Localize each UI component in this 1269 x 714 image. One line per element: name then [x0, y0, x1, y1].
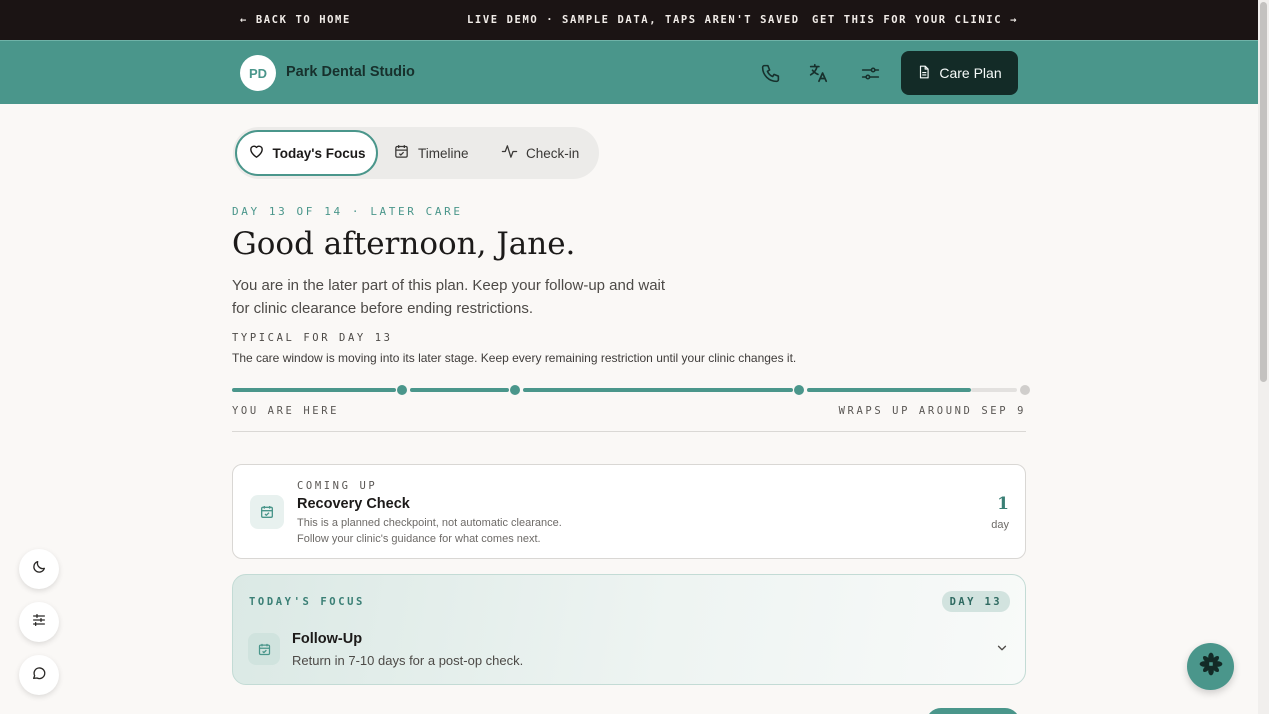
next-row-button[interactable] — [926, 708, 1020, 714]
coming-up-desc-line: Follow your clinic's guidance for what c… — [297, 532, 541, 545]
tab-label: Check-in — [526, 145, 580, 161]
focus-description: Return in 7-10 days for a post-op check. — [292, 653, 524, 668]
document-icon — [917, 64, 931, 83]
coming-up-title: Recovery Check — [297, 496, 410, 512]
progress-remaining — [971, 388, 1017, 392]
coming-up-card[interactable]: COMING UP Recovery Check This is a plann… — [232, 464, 1026, 559]
sliders-icon — [31, 612, 47, 633]
coming-up-label: COMING UP — [297, 480, 378, 492]
progress-milestone — [510, 385, 520, 395]
day-eyebrow: DAY 13 OF 14 · LATER CARE — [232, 205, 463, 218]
calendar-icon — [393, 143, 410, 163]
settings-sliders-icon[interactable] — [858, 61, 882, 85]
todays-focus-card[interactable]: TODAY'S FOCUS DAY 13 Follow-Up Return in… — [232, 574, 1026, 685]
progress-segment — [523, 388, 793, 392]
tab-label: Today's Focus — [272, 145, 366, 161]
calendar-check-icon — [250, 495, 284, 529]
phone-icon[interactable] — [758, 61, 782, 85]
intro-text: You are in the later part of this plan. … — [232, 277, 666, 317]
focus-title: Follow-Up — [292, 631, 363, 647]
progress-milestone — [397, 385, 407, 395]
coming-up-desc-line: This is a planned checkpoint, not automa… — [297, 517, 562, 529]
assistant-fab[interactable] — [1187, 643, 1234, 690]
activity-icon — [501, 143, 518, 163]
get-for-clinic-link[interactable]: GET THIS FOR YOUR CLINIC → — [812, 14, 1018, 26]
app-header: PD Park Dental Studio Care Plan — [0, 40, 1258, 104]
calendar-check-icon — [248, 633, 280, 665]
scrollbar-thumb[interactable] — [1260, 2, 1267, 382]
care-plan-label: Care Plan — [939, 65, 1002, 81]
days-count: 1 — [997, 494, 1009, 514]
page-title: Good afternoon, Jane. — [232, 226, 576, 262]
dark-mode-button[interactable] — [19, 549, 59, 589]
progress-end-label: WRAPS UP AROUND SEP 9 — [838, 405, 1026, 417]
clinic-avatar: PD — [240, 55, 276, 91]
adjust-settings-button[interactable] — [19, 602, 59, 642]
progress-current-label: YOU ARE HERE — [232, 405, 340, 417]
tab-check-in[interactable]: Check-in — [501, 130, 579, 176]
chevron-down-icon[interactable] — [995, 641, 1009, 660]
typical-label: TYPICAL FOR DAY 13 — [232, 332, 393, 344]
section-divider — [232, 431, 1026, 432]
coming-up-description: This is a planned checkpoint, not automa… — [297, 516, 717, 547]
progress-segment — [410, 388, 509, 392]
heart-icon — [248, 143, 265, 163]
progress-segment — [232, 388, 396, 392]
tab-timeline[interactable]: Timeline — [393, 130, 469, 176]
tab-label: Timeline — [418, 145, 469, 161]
plan-progress-bar — [232, 383, 1030, 397]
days-unit: day — [991, 519, 1009, 531]
progress-end-marker — [1020, 385, 1030, 395]
live-demo-notice: LIVE DEMO · SAMPLE DATA, TAPS AREN'T SAV… — [467, 14, 800, 26]
demo-banner: ← BACK TO HOME LIVE DEMO · SAMPLE DATA, … — [0, 0, 1258, 40]
flower-icon — [1198, 651, 1224, 682]
typical-text: The care window is moving into its later… — [232, 351, 797, 365]
moon-icon — [31, 559, 47, 580]
clinic-name: Park Dental Studio — [286, 64, 415, 80]
progress-milestone — [794, 385, 804, 395]
translate-icon[interactable] — [806, 61, 830, 85]
focus-label: TODAY'S FOCUS — [249, 596, 365, 608]
page-scrollbar[interactable] — [1258, 0, 1269, 714]
view-tabs: Today's Focus Timeline Check-in — [233, 127, 599, 179]
day-badge: DAY 13 — [941, 591, 1010, 612]
tab-todays-focus[interactable]: Today's Focus — [235, 130, 378, 176]
back-to-home-link[interactable]: ← BACK TO HOME — [240, 14, 351, 26]
care-plan-button[interactable]: Care Plan — [901, 51, 1018, 95]
chat-button[interactable] — [19, 655, 59, 695]
progress-segment — [807, 388, 971, 392]
chat-bubble-icon — [31, 665, 47, 686]
